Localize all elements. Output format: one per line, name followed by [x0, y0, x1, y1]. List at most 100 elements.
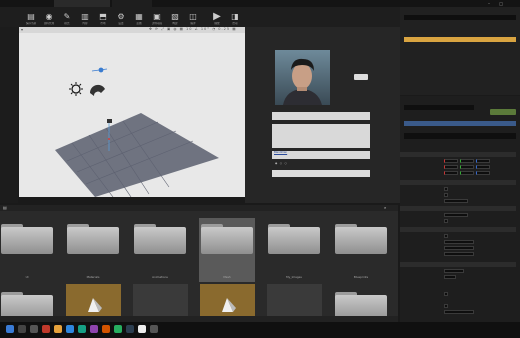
- start-icon[interactable]: [6, 325, 14, 333]
- folder[interactable]: [1, 224, 53, 254]
- editor-tab[interactable]: [54, 0, 110, 7]
- location-x-field[interactable]: [444, 158, 458, 163]
- build-button[interactable]: ▧ 构建: [168, 12, 182, 28]
- name-field[interactable]: Blendman: [272, 151, 370, 159]
- blueprints-icon: ▦: [135, 12, 143, 21]
- prop-dropdown[interactable]: [444, 268, 464, 273]
- prop-value[interactable]: [444, 274, 456, 279]
- cinematics-icon: ▣: [153, 12, 161, 21]
- outliner-row[interactable]: [404, 52, 516, 57]
- prop-row: [404, 192, 516, 197]
- editor-tab[interactable]: [112, 0, 152, 7]
- save-current-button[interactable]: ▤ 保存当前: [24, 12, 38, 28]
- folder[interactable]: [67, 224, 119, 254]
- prop-checkbox[interactable]: [444, 192, 448, 197]
- outliner-row[interactable]: [404, 32, 516, 37]
- taskbar-app-icon[interactable]: [90, 325, 98, 333]
- gender-radio-group[interactable]: ◉ ○ ○: [275, 161, 365, 166]
- folder[interactable]: [134, 224, 186, 254]
- taskbar-app-icon[interactable]: [114, 325, 122, 333]
- rotation-z-field[interactable]: [476, 164, 490, 169]
- modes-strip: [0, 27, 18, 203]
- window-controls[interactable]: – □ ✕: [488, 1, 518, 11]
- taskbar-app-icon[interactable]: [54, 325, 62, 333]
- taskbar-app-icon[interactable]: [78, 325, 86, 333]
- location-y-field[interactable]: [460, 158, 474, 163]
- search-taskbar-icon[interactable]: [18, 325, 26, 333]
- outliner-row[interactable]: [404, 62, 516, 67]
- outliner-search-input[interactable]: [404, 15, 516, 20]
- location-z-field[interactable]: [476, 158, 490, 163]
- folder[interactable]: [201, 224, 253, 254]
- section-collision[interactable]: [400, 227, 516, 232]
- prop-row: [404, 186, 516, 191]
- prop-checkbox[interactable]: [444, 303, 448, 308]
- prop-checkbox[interactable]: [444, 186, 448, 191]
- outliner-row[interactable]: [404, 27, 516, 32]
- outliner-row[interactable]: [404, 57, 516, 62]
- scale-z-field[interactable]: [476, 170, 490, 175]
- marketplace-icon: ⬒: [99, 12, 107, 21]
- scale-y-field[interactable]: [460, 170, 474, 175]
- prop-dropdown[interactable]: [444, 245, 474, 250]
- outliner-row-selected[interactable]: [404, 37, 516, 42]
- settings-button[interactable]: ⚙ 设置: [114, 12, 128, 28]
- system-tray[interactable]: [470, 326, 516, 334]
- play-button[interactable]: ▶ 播放: [210, 12, 224, 28]
- section-lod[interactable]: [400, 262, 516, 267]
- modes-button[interactable]: ✎ 模式: [60, 12, 74, 28]
- unreal-taskbar-icon[interactable]: [138, 325, 146, 333]
- folder-label: Materials: [86, 275, 100, 279]
- prop-checkbox[interactable]: [444, 218, 448, 223]
- taskbar-app-icon[interactable]: [30, 325, 38, 333]
- prop-dropdown[interactable]: [444, 212, 468, 217]
- add-new-icon[interactable]: ▤: [3, 205, 7, 210]
- outliner-row[interactable]: [404, 22, 516, 27]
- search-icon[interactable]: ⌕: [384, 205, 386, 210]
- confirm-button[interactable]: [272, 170, 370, 177]
- taskbar-app-icon[interactable]: [102, 325, 110, 333]
- scale-x-field[interactable]: [444, 170, 458, 175]
- prop-checkbox[interactable]: [444, 291, 448, 296]
- rotation-y-field[interactable]: [460, 164, 474, 169]
- sphere-reflection-actor: [89, 84, 105, 96]
- title-bar: – □ ✕: [0, 0, 520, 11]
- prop-dropdown[interactable]: [444, 251, 474, 256]
- section-rendering[interactable]: [400, 180, 516, 185]
- rotation-x-field[interactable]: [444, 164, 458, 169]
- prop-dropdown[interactable]: [444, 239, 474, 244]
- prop-checkbox[interactable]: [444, 233, 448, 238]
- folder[interactable]: [335, 224, 387, 254]
- taskbar-app-icon[interactable]: [150, 325, 158, 333]
- blueprints-button[interactable]: ▦ 蓝图: [132, 12, 146, 28]
- cinematics-button[interactable]: ▣ 过场动画: [150, 12, 164, 28]
- taskbar-app-icon[interactable]: [126, 325, 134, 333]
- details-search-input[interactable]: [404, 105, 474, 110]
- section-replication[interactable]: [400, 206, 516, 211]
- taskbar-app-icon[interactable]: [42, 325, 50, 333]
- preview-field-1[interactable]: [272, 112, 370, 120]
- folder-label: Blueprints: [353, 275, 369, 279]
- prop-row: [404, 233, 516, 238]
- content-button[interactable]: ▥ 内容: [78, 12, 92, 28]
- taskbar-app-icon[interactable]: [66, 325, 74, 333]
- source-control-button[interactable]: ◉ 源码管理: [42, 12, 56, 28]
- preview-field-2[interactable]: [272, 124, 370, 148]
- details-filter-bar[interactable]: [404, 133, 516, 139]
- compile-button[interactable]: ◫ 编译: [186, 12, 200, 28]
- component-row-selected[interactable]: [404, 121, 516, 126]
- build-icon: ▧: [171, 12, 179, 21]
- prop-dropdown[interactable]: [444, 198, 468, 203]
- outliner-row[interactable]: [404, 47, 516, 52]
- preview-right-button[interactable]: [354, 74, 368, 80]
- section-transform[interactable]: [400, 152, 516, 157]
- launch-button[interactable]: ◨ 启动: [228, 12, 242, 28]
- folder[interactable]: [268, 224, 320, 254]
- outliner-row[interactable]: [404, 42, 516, 47]
- prop-dropdown[interactable]: [444, 309, 474, 314]
- marketplace-button[interactable]: ⬒ 市场: [96, 12, 110, 28]
- outliner-row[interactable]: [404, 67, 516, 72]
- level-viewport[interactable]: ▾ ✥ ⟳ ⤢ ▣ ◍ ▦ 10 ∠ 10° ◔ 0.25 ▦: [19, 27, 245, 197]
- add-component-button[interactable]: [490, 109, 516, 115]
- outliner-row[interactable]: [404, 72, 516, 77]
